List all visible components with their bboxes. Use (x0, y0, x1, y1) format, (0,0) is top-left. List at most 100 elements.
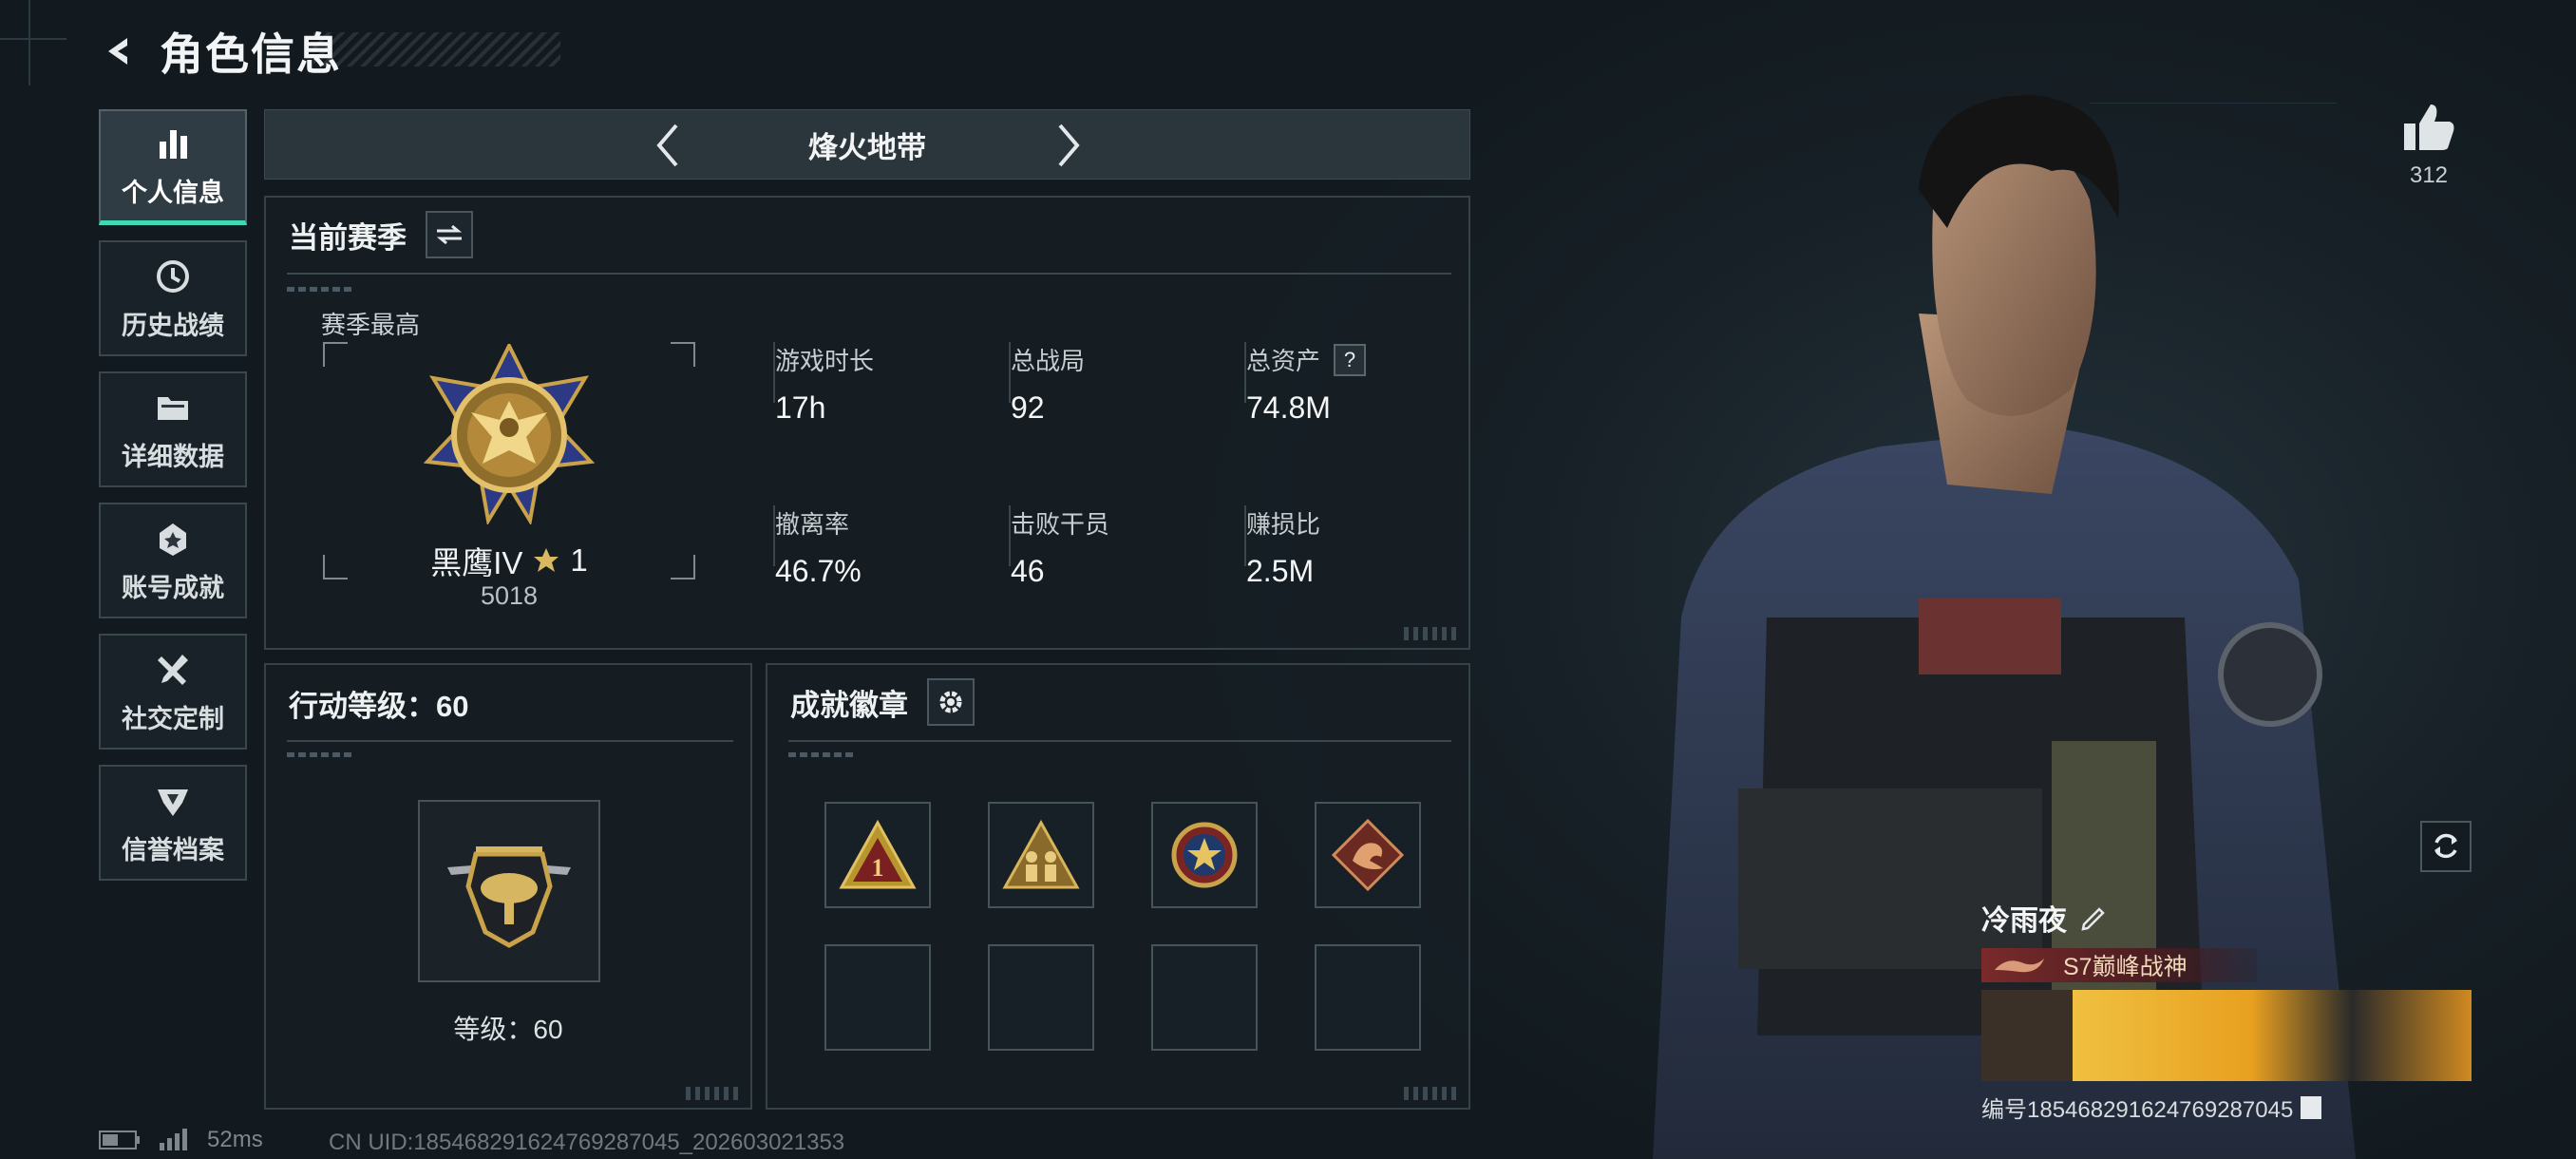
nav-item-reputation[interactable]: 信誉档案 (99, 765, 247, 881)
badge-slot[interactable] (988, 802, 1094, 908)
nav-label: 账号成就 (122, 573, 224, 602)
player-name-row: 冷雨夜 (1981, 897, 2475, 939)
player-banner[interactable] (1981, 990, 2472, 1081)
copy-icon[interactable] (2301, 1095, 2322, 1119)
frame-corner (671, 342, 695, 367)
stat-label: 赚损比 (1246, 510, 1321, 539)
page-header: 角色信息 (95, 21, 342, 82)
swap-icon (436, 224, 463, 245)
deco-line (0, 38, 66, 40)
corner-decoration (1404, 1087, 1459, 1100)
back-arrow-icon[interactable] (95, 28, 141, 74)
nav-item-history[interactable]: 历史战绩 (99, 240, 247, 356)
squad-badge-icon (1002, 819, 1080, 889)
nav-label: 个人信息 (122, 179, 224, 207)
divider-dots (287, 287, 353, 292)
season-best-label: 赛季最高 (321, 311, 421, 339)
level-badge-frame[interactable] (418, 800, 600, 982)
rank-name-row: 黑鹰IV 1 (323, 538, 695, 583)
uid-text: CN UID:185468291624769287045_20260302135… (329, 1130, 845, 1155)
badge-slot[interactable] (1315, 802, 1421, 908)
nav-item-achievements[interactable]: 账号成就 (99, 503, 247, 618)
player-card: 冷雨夜 S7巅峰战神 编号1854682916247692870​45 (1981, 897, 2475, 1124)
swap-season-button[interactable] (426, 211, 473, 258)
refresh-button[interactable] (2420, 821, 2472, 872)
black-hawk-rank-emblem (424, 344, 595, 524)
stat-label: 击败干员 (1011, 510, 1110, 539)
player-id-row: 编号1854682916247692870​45 (1981, 1091, 2475, 1124)
badge-settings-button[interactable] (927, 678, 975, 726)
nav-item-social-custom[interactable]: 社交定制 (99, 634, 247, 750)
banner-portrait (1981, 990, 2073, 1081)
side-nav: 个人信息 历史战绩 详细数据 账号成就 社交定制 信誉档案 (99, 109, 247, 896)
stat-operators-defeated: 击败干员 46 (1011, 505, 1220, 589)
stat-total-matches: 总战局 92 (1011, 342, 1220, 426)
nav-label: 社交定制 (122, 704, 224, 733)
divider (287, 273, 1451, 275)
dragon-title-icon (1995, 959, 2044, 973)
empty-badge-slot[interactable] (988, 944, 1094, 1051)
empty-badge-slot[interactable] (1315, 944, 1421, 1051)
stat-value: 2.5M (1246, 554, 1315, 588)
battery-icon (99, 1130, 140, 1150)
badge-slot[interactable] (1151, 802, 1258, 908)
nav-item-personal-info[interactable]: 个人信息 (99, 109, 247, 225)
rank-stars: 1 (570, 542, 588, 578)
chevron-left-icon[interactable] (643, 120, 694, 171)
rank-one-badge-icon: 1 (839, 819, 917, 889)
chevron-right-icon[interactable] (1042, 120, 1093, 171)
empty-badge-slot[interactable] (1151, 944, 1258, 1051)
rank-name: 黑鹰IV (430, 545, 523, 580)
reputation-icon (152, 780, 194, 822)
status-bar: 52ms (99, 1127, 263, 1153)
stat-value: 46 (1011, 554, 1045, 588)
stat-label: 撤离率 (775, 510, 850, 539)
stat-extraction-rate: 撤离率 46.7% (775, 505, 984, 589)
stat-value: 74.8M (1246, 390, 1331, 425)
stat-value: 17h (775, 390, 826, 425)
corner-decoration (1404, 627, 1459, 640)
like-button[interactable]: 312 (2394, 103, 2464, 189)
stat-label: 总战局 (1011, 347, 1086, 375)
mode-selector: 烽火地带 (264, 109, 1470, 180)
rank-score: 5018 (480, 581, 539, 610)
refresh-icon (2434, 833, 2457, 859)
empty-badge-slot[interactable] (824, 944, 931, 1051)
tools-icon (152, 649, 194, 691)
helicopter-level-badge (447, 846, 571, 948)
help-icon[interactable]: ? (1334, 343, 1367, 376)
stat-label: 游戏时长 (775, 347, 875, 375)
divider (788, 740, 1451, 742)
operation-level-title: 行动等级：60 (289, 690, 469, 723)
nav-label: 信誉档案 (122, 835, 224, 864)
banner-artwork (2073, 990, 2472, 1081)
achievement-icon (152, 518, 194, 560)
history-icon (152, 256, 194, 297)
nav-item-detailed-data[interactable]: 详细数据 (99, 371, 247, 487)
ping-text: 52ms (207, 1127, 263, 1152)
season-title: 当前赛季 (289, 220, 407, 255)
mode-title: 烽火地带 (808, 130, 926, 164)
stat-value: 46.7% (775, 554, 862, 588)
operation-level-panel: 行动等级：60 等级：60 (264, 663, 752, 1110)
achievement-badges-title: 成就徽章 (790, 688, 908, 722)
stat-label: 总资产 (1246, 347, 1321, 375)
corner-decoration (686, 1087, 741, 1100)
folder-icon (152, 387, 194, 428)
deco-line (28, 0, 30, 86)
divider (287, 740, 733, 742)
badge-slot[interactable]: 1 (824, 802, 931, 908)
star-icon (534, 548, 559, 572)
stat-play-time: 游戏时长 17h (775, 342, 984, 426)
gear-icon (939, 691, 962, 713)
stat-label-row: 总资产 ? (1246, 342, 1455, 377)
divider-dots (287, 752, 353, 757)
frame-corner (323, 342, 348, 367)
title-hatch-decoration (313, 32, 560, 66)
player-id: 编号1854682916247692870​45 (1981, 1097, 2294, 1123)
season-panel: 当前赛季 赛季最高 黑鹰IV 1 5018 游戏时长 17h 总战局 92 总资… (264, 196, 1470, 650)
achievement-badges-panel: 成就徽章 1 (766, 663, 1470, 1110)
bar-chart-icon (152, 123, 194, 164)
edit-pencil-icon[interactable] (2080, 903, 2109, 932)
player-title-strip: S7巅峰战神 (1981, 948, 2257, 982)
